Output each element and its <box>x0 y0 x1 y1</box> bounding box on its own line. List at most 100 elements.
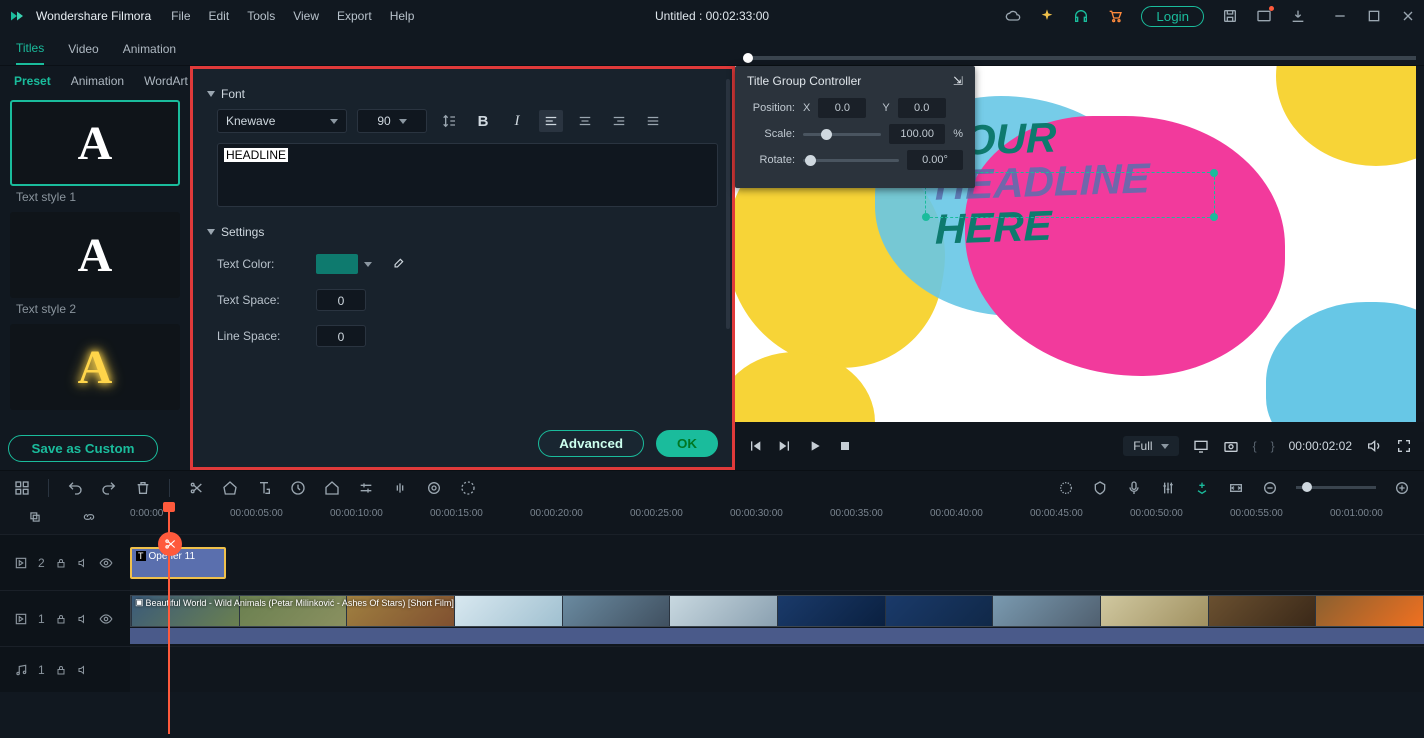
display-icon[interactable] <box>1193 438 1209 454</box>
chevron-down-icon[interactable] <box>364 262 372 267</box>
advanced-button[interactable]: Advanced <box>538 430 644 457</box>
menu-file[interactable]: File <box>171 9 190 23</box>
align-left-button[interactable] <box>539 110 563 132</box>
zoom-out-icon[interactable] <box>1262 480 1278 496</box>
cart-icon[interactable] <box>1107 8 1123 24</box>
save-icon[interactable] <box>1222 8 1238 24</box>
line-space-input[interactable]: 0 <box>316 325 366 347</box>
mute-icon[interactable] <box>77 557 89 569</box>
mute-icon[interactable] <box>77 613 89 625</box>
title-text-input[interactable]: HEADLINE <box>217 143 718 207</box>
font-section-header[interactable]: Font <box>207 87 718 101</box>
settings-section-header[interactable]: Settings <box>207 225 718 239</box>
tab-video[interactable]: Video <box>68 34 98 64</box>
headphones-icon[interactable] <box>1073 8 1089 24</box>
lock-icon[interactable] <box>55 557 67 569</box>
preset-tab-animation[interactable]: Animation <box>71 74 124 88</box>
font-family-combo[interactable]: Knewave <box>217 109 347 133</box>
text-style-card[interactable]: A <box>10 324 180 410</box>
prev-frame-icon[interactable] <box>747 438 763 454</box>
undo-icon[interactable] <box>67 480 83 496</box>
scale-input[interactable]: 100.00 <box>889 124 945 144</box>
snapshot-icon[interactable] <box>1223 438 1239 454</box>
stop-icon[interactable] <box>837 438 853 454</box>
progress-slider[interactable] <box>743 56 1416 60</box>
download-icon[interactable] <box>1290 8 1306 24</box>
volume-icon[interactable] <box>1366 438 1382 454</box>
fullscreen-icon[interactable] <box>1396 438 1412 454</box>
text-style-card[interactable]: A <box>10 212 180 298</box>
play-icon[interactable] <box>807 438 823 454</box>
scrollbar[interactable] <box>726 79 730 329</box>
save-as-custom-button[interactable]: Save as Custom <box>8 435 158 462</box>
crop-icon[interactable] <box>324 480 340 496</box>
video-clip[interactable]: ▣Beautiful World - Wild Animals (Petar M… <box>130 595 1424 627</box>
bold-button[interactable]: B <box>471 110 495 132</box>
tab-animation[interactable]: Animation <box>123 34 176 64</box>
tab-titles[interactable]: Titles <box>16 33 44 65</box>
mute-icon[interactable] <box>77 664 89 676</box>
cloud-icon[interactable] <box>1005 8 1021 24</box>
collapse-icon[interactable]: ⇲ <box>953 74 963 88</box>
copy-icon[interactable] <box>28 510 42 524</box>
adjust-icon[interactable] <box>358 480 374 496</box>
rotate-input[interactable]: 0.00° <box>907 150 963 170</box>
eyedropper-icon[interactable] <box>386 253 410 275</box>
italic-button[interactable]: I <box>505 110 529 132</box>
menu-view[interactable]: View <box>293 9 319 23</box>
delete-icon[interactable] <box>135 480 151 496</box>
close-icon[interactable] <box>1400 8 1416 24</box>
text-space-input[interactable]: 0 <box>316 289 366 311</box>
video-track[interactable]: 1 ▣Beautiful World - Wild Animals (Petar… <box>0 590 1424 646</box>
scissors-icon[interactable] <box>158 532 182 556</box>
position-y-input[interactable]: 0.0 <box>898 98 946 118</box>
redo-icon[interactable] <box>101 480 117 496</box>
marker-icon[interactable] <box>1092 480 1108 496</box>
login-button[interactable]: Login <box>1141 6 1204 27</box>
speed-icon[interactable] <box>290 480 306 496</box>
message-icon[interactable] <box>1256 8 1272 24</box>
zoom-slider[interactable] <box>1296 486 1376 489</box>
lock-icon[interactable] <box>55 613 67 625</box>
split-icon[interactable] <box>188 480 204 496</box>
text-style-card[interactable]: A <box>10 100 180 186</box>
menu-export[interactable]: Export <box>337 9 372 23</box>
zoom-in-icon[interactable] <box>1394 480 1410 496</box>
next-frame-icon[interactable] <box>777 438 793 454</box>
audio-wave-icon[interactable] <box>392 480 408 496</box>
eye-icon[interactable] <box>99 556 113 570</box>
menu-tools[interactable]: Tools <box>247 9 275 23</box>
audio-waveform[interactable] <box>130 628 1424 644</box>
menu-edit[interactable]: Edit <box>209 9 230 23</box>
font-size-combo[interactable]: 90 <box>357 109 427 133</box>
fit-icon[interactable] <box>1228 480 1244 496</box>
rotate-slider[interactable] <box>803 159 899 162</box>
align-right-button[interactable] <box>607 110 631 132</box>
ok-button[interactable]: OK <box>656 430 718 457</box>
title-group-controller[interactable]: Title Group Controller⇲ Position: X 0.0 … <box>735 66 975 188</box>
scale-slider[interactable] <box>803 133 881 136</box>
lock-icon[interactable] <box>55 664 67 676</box>
render-icon[interactable] <box>460 480 476 496</box>
preset-tab-preset[interactable]: Preset <box>14 74 51 88</box>
timeline-ruler[interactable]: 0:00:00 00:00:05:00 00:00:10:00 00:00:15… <box>0 504 1424 534</box>
maximize-icon[interactable] <box>1366 8 1382 24</box>
quality-combo[interactable]: Full <box>1123 436 1178 456</box>
effects-icon[interactable] <box>1058 480 1074 496</box>
audio-track[interactable]: 1 <box>0 646 1424 692</box>
magnet-icon[interactable] <box>1194 480 1210 496</box>
menu-help[interactable]: Help <box>390 9 415 23</box>
eye-icon[interactable] <box>99 612 113 626</box>
align-justify-button[interactable] <box>641 110 665 132</box>
layout-icon[interactable] <box>14 480 30 496</box>
position-x-input[interactable]: 0.0 <box>818 98 866 118</box>
align-center-button[interactable] <box>573 110 597 132</box>
mic-icon[interactable] <box>1126 480 1142 496</box>
keyframe-icon[interactable] <box>426 480 442 496</box>
text-color-swatch[interactable] <box>316 254 358 274</box>
preset-tab-wordart[interactable]: WordArt <box>144 74 188 88</box>
line-height-icon[interactable] <box>437 110 461 132</box>
text-tool-icon[interactable] <box>256 480 272 496</box>
mixer-icon[interactable] <box>1160 480 1176 496</box>
sparkle-icon[interactable] <box>1039 8 1055 24</box>
